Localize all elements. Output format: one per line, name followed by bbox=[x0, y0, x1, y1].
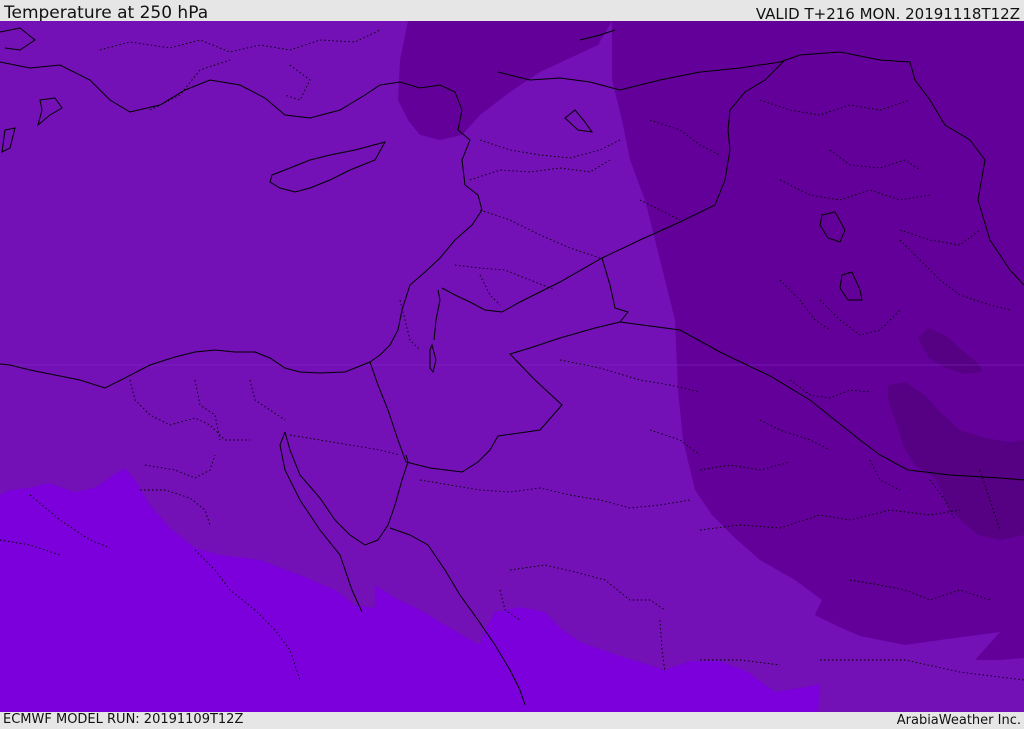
model-run: ECMWF MODEL RUN: 20191109T12Z bbox=[3, 712, 244, 727]
header-bar: Temperature at 250 hPa VALID T+216 MON. … bbox=[0, 0, 1024, 23]
map-title: Temperature at 250 hPa bbox=[4, 3, 209, 23]
footer-bar: ECMWF MODEL RUN: 20191109T12Z ArabiaWeat… bbox=[0, 712, 1024, 729]
credit-label: ArabiaWeather Inc. bbox=[896, 713, 1021, 728]
temperature-map bbox=[0, 21, 1024, 712]
